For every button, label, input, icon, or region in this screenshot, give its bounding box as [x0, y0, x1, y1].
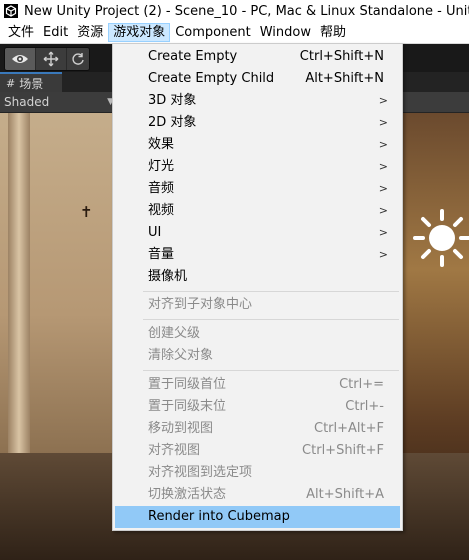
menu-item-make-parent: 创建父级: [115, 323, 400, 345]
menu-item-label: UI: [148, 225, 162, 240]
menu-separator: [143, 370, 399, 371]
menu-item-label: 对齐到子对象中心: [148, 297, 253, 312]
menu-item-set-last-sibling: 置于同级末位 Ctrl+-: [115, 396, 400, 418]
submenu-arrow-icon: >: [378, 160, 388, 173]
eye-icon: [12, 55, 28, 63]
submenu-arrow-icon: >: [378, 182, 388, 195]
move-tool-button[interactable]: [36, 48, 67, 70]
menu-item-move-to-view: 移动到视图 Ctrl+Alt+F: [115, 418, 400, 440]
menu-file[interactable]: 文件: [4, 23, 38, 42]
menu-item-shortcut: Ctrl+Alt+F: [314, 421, 384, 436]
menu-item-label: 音量: [148, 247, 175, 262]
transform-tool-group: [4, 47, 90, 71]
menu-item-shortcut: Ctrl+=: [339, 377, 384, 392]
wall-cross-icon: ✝: [80, 203, 93, 221]
menu-item-label: 3D 对象: [148, 93, 197, 108]
menu-item-label: 视频: [148, 203, 175, 218]
menu-item-label: 创建父级: [148, 326, 201, 341]
menu-item-label: 对齐视图到选定项: [148, 465, 253, 480]
menu-item-effects[interactable]: 效果 >: [115, 134, 400, 156]
menu-item-label: 对齐视图: [148, 443, 201, 458]
menu-item-create-empty-child[interactable]: Create Empty Child Alt+Shift+N: [115, 68, 400, 90]
menu-help[interactable]: 帮助: [316, 23, 350, 42]
menu-item-label: Render into Cubemap: [148, 509, 290, 524]
menu-item-label: 置于同级首位: [148, 377, 227, 392]
shading-mode-label: Shaded: [4, 95, 50, 109]
directional-light-gizmo-icon[interactable]: [412, 208, 469, 268]
menu-item-volume[interactable]: 音量 >: [115, 244, 400, 266]
submenu-arrow-icon: >: [378, 94, 388, 107]
tab-scene[interactable]: # 场景: [0, 72, 62, 92]
menu-separator: [143, 319, 399, 320]
submenu-arrow-icon: >: [378, 138, 388, 151]
menu-item-create-empty[interactable]: Create Empty Ctrl+Shift+N: [115, 46, 400, 68]
menu-item-align-with-view: 对齐视图 Ctrl+Shift+F: [115, 440, 400, 462]
menu-item-label: 置于同级末位: [148, 399, 227, 414]
menu-item-label: 清除父对象: [148, 348, 214, 363]
submenu-arrow-icon: >: [378, 204, 388, 217]
window-title-bar: New Unity Project (2) - Scene_10 - PC, M…: [0, 0, 469, 22]
menu-item-label: Create Empty Child: [148, 71, 275, 86]
menu-gameobject[interactable]: 游戏对象: [108, 23, 171, 42]
menu-item-shortcut: Ctrl+Shift+F: [302, 443, 384, 458]
unity-logo-icon: [4, 4, 18, 18]
gameobject-menu: Create Empty Ctrl+Shift+N Create Empty C…: [112, 43, 403, 531]
menu-item-shortcut: Alt+Shift+N: [305, 71, 384, 86]
menu-item-align-view-to-selected: 对齐视图到选定项: [115, 462, 400, 484]
menu-item-shortcut: Ctrl+-: [345, 399, 384, 414]
menu-window[interactable]: Window: [256, 23, 315, 42]
tab-scene-label: 场景: [19, 76, 44, 91]
shading-mode-dropdown[interactable]: Shaded ▼: [4, 92, 116, 112]
menu-separator: [143, 291, 399, 292]
submenu-arrow-icon: >: [378, 116, 388, 129]
rotate-tool-button[interactable]: [67, 48, 89, 70]
menu-item-clear-parent: 清除父对象: [115, 345, 400, 367]
menu-item-label: 移动到视图: [148, 421, 214, 436]
menu-item-label: 灯光: [148, 159, 175, 174]
menu-item-2d-object[interactable]: 2D 对象 >: [115, 112, 400, 134]
menu-item-label: 音频: [148, 181, 175, 196]
menu-edit[interactable]: Edit: [39, 23, 72, 42]
menu-item-set-first-sibling: 置于同级首位 Ctrl+=: [115, 374, 400, 396]
submenu-arrow-icon: >: [378, 248, 388, 261]
menu-item-ui[interactable]: UI >: [115, 222, 400, 244]
menu-bar: 文件 Edit 资源 游戏对象 Component Window 帮助: [0, 22, 469, 44]
submenu-arrow-icon: >: [378, 226, 388, 239]
menu-item-shortcut: Ctrl+Shift+N: [299, 49, 384, 64]
window-title: New Unity Project (2) - Scene_10 - PC, M…: [24, 3, 469, 19]
menu-assets[interactable]: 资源: [73, 23, 107, 42]
menu-item-video[interactable]: 视频 >: [115, 200, 400, 222]
menu-component[interactable]: Component: [171, 23, 254, 42]
menu-item-camera[interactable]: 摄像机: [115, 266, 400, 288]
menu-item-label: 摄像机: [148, 269, 188, 284]
rotate-icon: [72, 53, 84, 65]
menu-item-audio[interactable]: 音频 >: [115, 178, 400, 200]
menu-item-label: 效果: [148, 137, 175, 152]
move-arrows-icon: [43, 51, 59, 67]
menu-item-toggle-active-state: 切换激活状态 Alt+Shift+A: [115, 484, 400, 506]
scene-grid-icon: #: [6, 76, 16, 90]
menu-item-center-on-children: 对齐到子对象中心: [115, 294, 400, 316]
menu-item-label: Create Empty: [148, 49, 238, 64]
menu-item-light[interactable]: 灯光 >: [115, 156, 400, 178]
menu-item-render-into-cubemap[interactable]: Render into Cubemap: [115, 506, 400, 528]
menu-item-label: 2D 对象: [148, 115, 197, 130]
menu-item-label: 切换激活状态: [148, 487, 227, 502]
menu-item-shortcut: Alt+Shift+A: [306, 487, 384, 502]
view-tool-button[interactable]: [5, 48, 36, 70]
menu-item-3d-object[interactable]: 3D 对象 >: [115, 90, 400, 112]
